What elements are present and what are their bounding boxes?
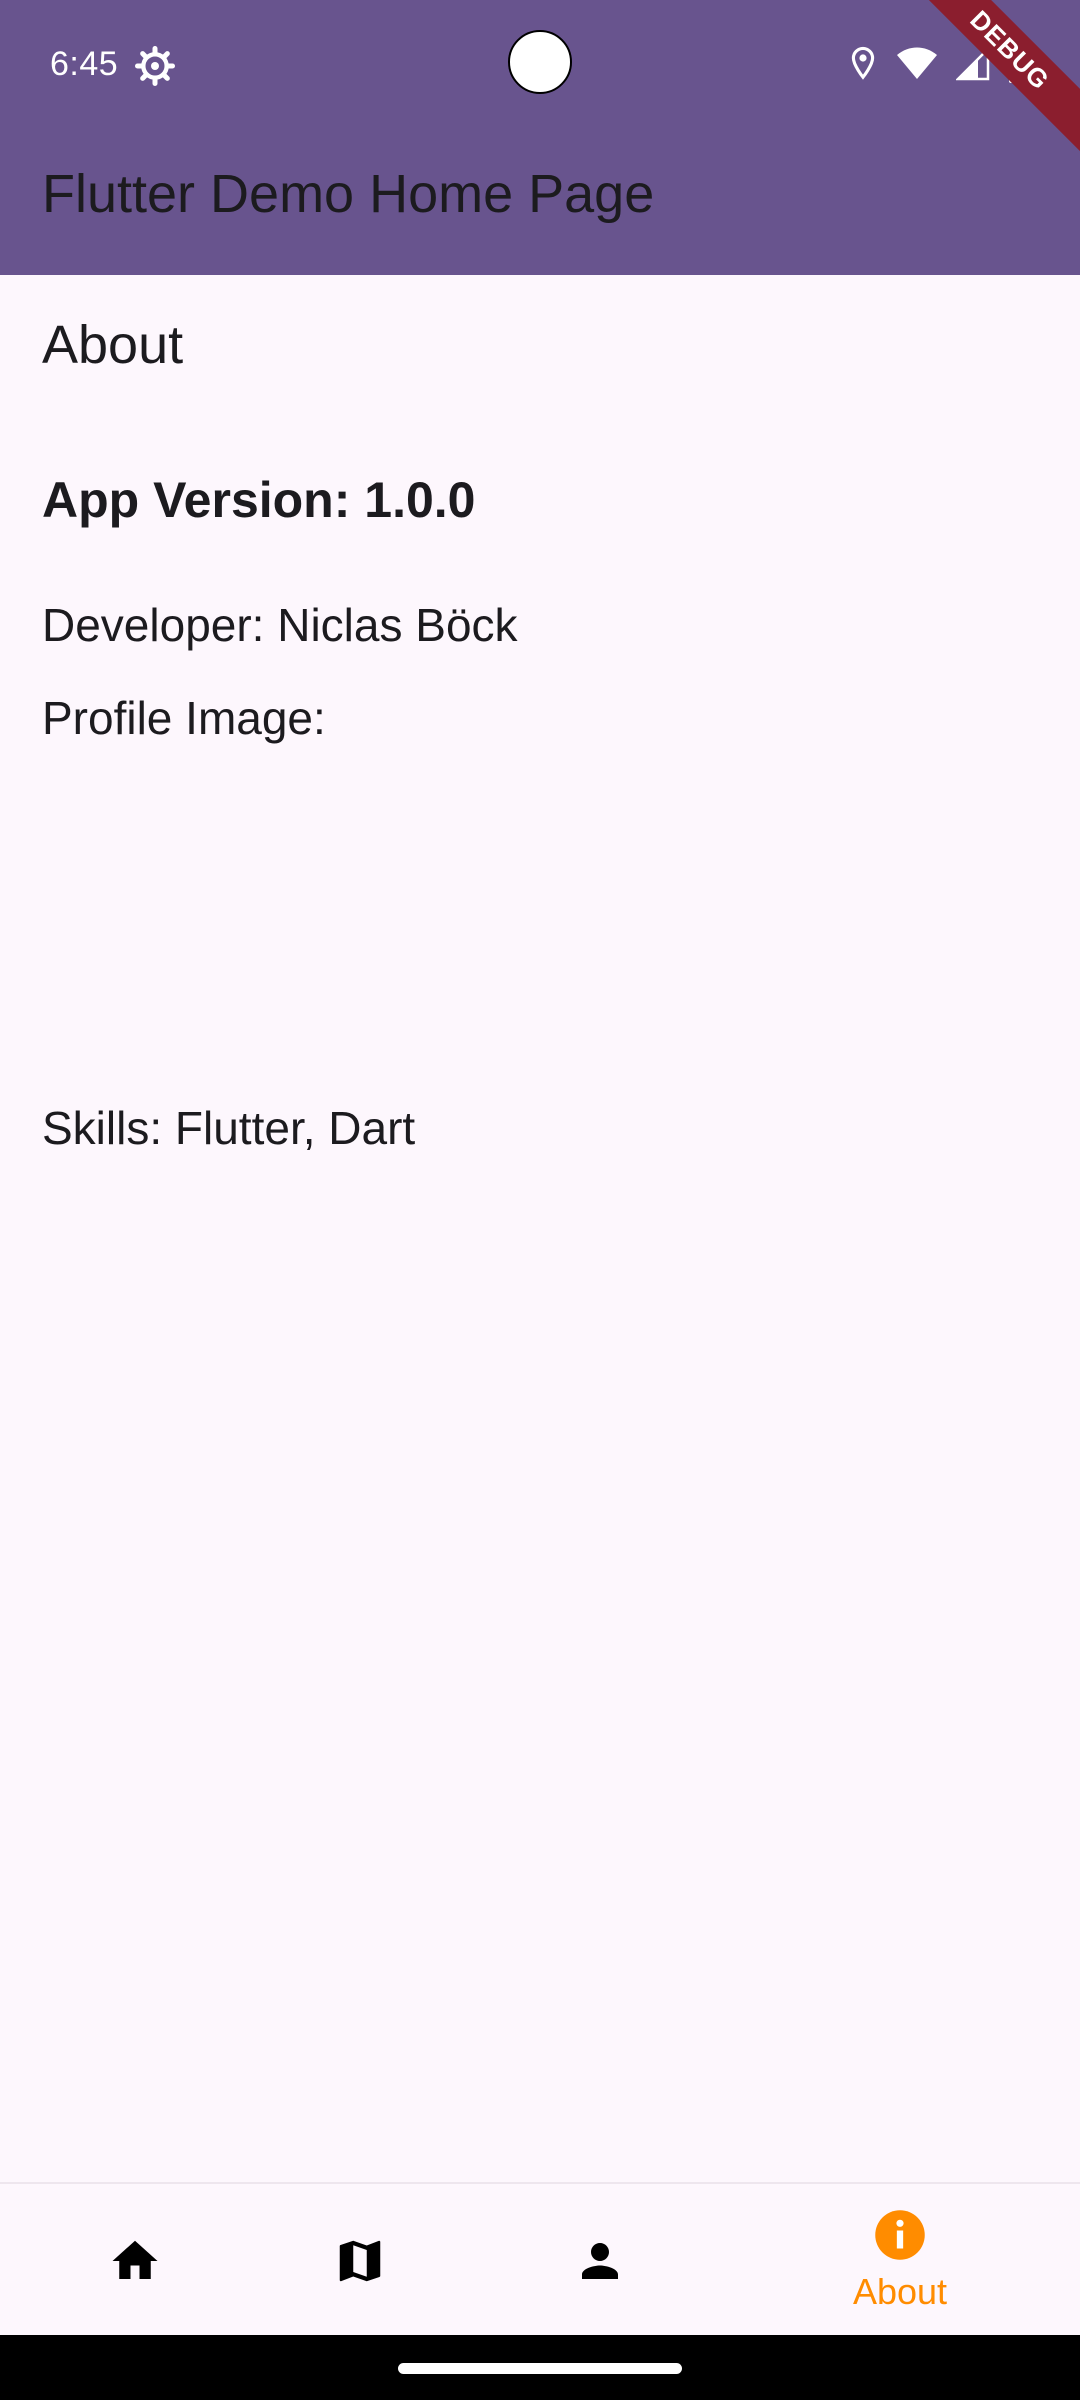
profile-image [42,765,402,1065]
nav-item-map[interactable] [225,2184,495,2337]
profile-image-label: Profile Image: [42,692,326,744]
nav-item-about[interactable]: About [765,2184,1035,2337]
status-bar: 6:45 [0,0,1080,120]
app-version-text: App Version: 1.0.0 [42,472,476,528]
info-icon [875,2209,925,2260]
top-bar: 6:45 DEBUG Flutter Demo Home Page [0,0,1080,275]
wifi-icon [897,47,937,79]
developer-text: Developer: Niclas Böck [42,599,518,651]
camera-cutout [508,30,572,94]
gear-icon [135,46,175,86]
nav-item-about-label: About [852,2270,948,2312]
bottom-navigation-bar: About [0,2182,1080,2335]
status-time: 6:45 [50,45,119,83]
home-icon [112,2240,158,2279]
nav-item-profile[interactable] [465,2184,735,2337]
location-icon [851,46,875,80]
section-title: About [42,315,184,375]
skills-text: Skills: Flutter, Dart [42,1102,416,1154]
about-content: About App Version: 1.0.0 Developer: Nicl… [0,275,1080,2182]
gesture-handle[interactable] [398,2363,682,2374]
app-bar-title: Flutter Demo Home Page [42,164,655,224]
person-icon [582,2242,618,2279]
map-icon [339,2240,381,2281]
